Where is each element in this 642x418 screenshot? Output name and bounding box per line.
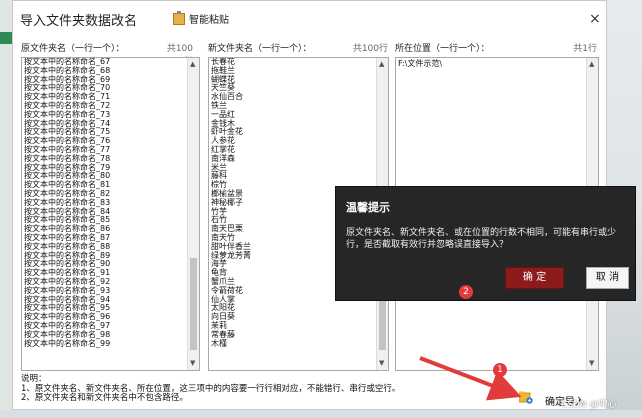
step-marker-2: 2 xyxy=(459,285,473,299)
step-marker-1: 1 xyxy=(493,363,507,377)
dialog-title: 温馨提示 xyxy=(346,201,390,214)
dialog-message: 原文件夹名、新文件夹名、或在位置的行数不相同，可能有串行或少行，是否截取有效行并… xyxy=(346,228,617,250)
ok-button[interactable]: 确 定 xyxy=(505,267,564,289)
cancel-button[interactable]: 取 消 xyxy=(586,267,629,289)
watermark: CSDN @叩心 xyxy=(561,400,617,410)
warning-dialog: 温馨提示 原文件夹名、新文件夹名、或在位置的行数不相同，可能有串行或少行，是否截… xyxy=(335,186,636,301)
